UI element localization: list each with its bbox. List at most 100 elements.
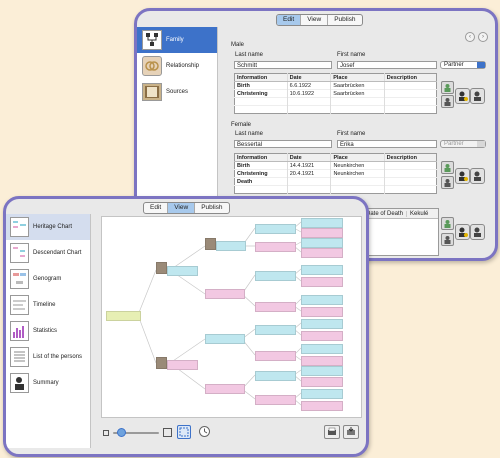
person-box-male[interactable] (301, 389, 343, 399)
sidebar-item-label: Timeline (33, 302, 56, 308)
person-box-female[interactable] (167, 360, 198, 370)
last-name-label: Last name (235, 131, 264, 137)
person-box-male[interactable] (301, 344, 343, 354)
column-header: Information (234, 153, 288, 162)
show-child-button[interactable] (470, 224, 485, 240)
zoom-slider-thumb[interactable] (117, 428, 126, 437)
person-box-male[interactable] (255, 371, 296, 381)
sidebar-item-statistics[interactable]: Statistics (6, 318, 90, 344)
link-child-button[interactable] (455, 224, 470, 240)
sidebar-item-relationship[interactable]: Relationship (137, 53, 217, 79)
sidebar-item-sources[interactable]: Sources (137, 79, 217, 105)
zoom-in-icon[interactable] (163, 428, 172, 437)
person-box-female[interactable] (301, 356, 343, 366)
female-first-name-field[interactable]: Erika (337, 140, 437, 148)
forward-nav-button[interactable]: › (478, 32, 488, 42)
person-box-female[interactable] (301, 307, 343, 317)
event-place (330, 177, 385, 186)
heritage-chart-canvas[interactable] (101, 216, 362, 418)
add-child-button[interactable] (441, 217, 454, 230)
person-box-male[interactable] (205, 334, 245, 344)
publish-tab[interactable]: Publish (328, 15, 361, 25)
summary-icon (10, 373, 29, 393)
table-row[interactable] (234, 97, 437, 106)
person-box-female[interactable] (255, 395, 296, 405)
female-last-name-field[interactable]: Bessertal (234, 140, 332, 148)
chart-toolbar (101, 425, 360, 443)
sidebar-item-label: Heritage Chart (33, 224, 73, 230)
person-box-female[interactable] (205, 289, 245, 299)
link-parents-button[interactable] (455, 168, 470, 184)
person-box-female[interactable] (301, 377, 343, 387)
root-person-box[interactable] (106, 311, 141, 321)
person-box-female[interactable] (205, 384, 245, 394)
table-row[interactable]: Birth 6.6.1922 Saarbrücken (234, 81, 437, 90)
male-last-name-field[interactable]: Schmitt (234, 61, 332, 69)
fit-to-window-button[interactable] (177, 425, 191, 439)
sidebar-item-list-of-persons[interactable]: List of the persons (6, 344, 90, 370)
sidebar-item-heritage-chart[interactable]: Heritage Chart (6, 214, 90, 240)
person-box-male[interactable] (216, 241, 246, 251)
male-first-name-field[interactable]: Josef (337, 61, 437, 69)
view-tab[interactable]: View (168, 203, 196, 213)
person-box-female[interactable] (301, 248, 343, 258)
person-box-male[interactable] (255, 325, 296, 335)
event-description (383, 161, 437, 170)
table-row[interactable] (234, 185, 437, 194)
family-icon (142, 30, 162, 50)
sidebar-item-label: Relationship (166, 63, 200, 69)
person-photo (156, 262, 167, 274)
event-description (383, 169, 437, 178)
table-row[interactable]: Christening 10.6.1922 Saarbrücken (234, 89, 437, 98)
person-box-male[interactable] (301, 218, 343, 228)
table-row[interactable] (234, 105, 437, 114)
view-tab[interactable]: View (301, 15, 329, 25)
remove-person-button[interactable] (441, 95, 454, 108)
export-button[interactable] (343, 425, 359, 439)
person-box-female[interactable] (301, 277, 343, 287)
person-box-male[interactable] (255, 271, 296, 281)
person-box-male[interactable] (255, 224, 296, 234)
edit-tab[interactable]: Edit (277, 15, 302, 25)
show-person-button[interactable] (470, 168, 485, 184)
publish-tab[interactable]: Publish (195, 203, 228, 213)
person-box-female[interactable] (255, 302, 296, 312)
remove-person-button[interactable] (441, 176, 454, 189)
sidebar-item-genogram[interactable]: Genogram (6, 266, 90, 292)
print-button[interactable] (324, 425, 340, 439)
add-person-button[interactable] (441, 161, 454, 174)
event-place: Saarbrücken (330, 89, 385, 98)
rotate-view-button[interactable] (199, 426, 210, 437)
person-box-male[interactable] (301, 238, 343, 248)
person-box-male[interactable] (167, 266, 198, 276)
person-box-female[interactable] (301, 228, 343, 238)
person-box-female[interactable] (255, 242, 296, 252)
female-partner-select[interactable]: Partner (440, 140, 486, 148)
back-nav-button[interactable]: ‹ (465, 32, 475, 42)
column-header: Place (330, 73, 385, 82)
sidebar-item-timeline[interactable]: Timeline (6, 292, 90, 318)
sidebar-item-family[interactable]: Family (137, 27, 217, 53)
show-person-button[interactable] (470, 88, 485, 104)
person-box-male[interactable] (301, 366, 343, 376)
remove-child-button[interactable] (441, 233, 454, 246)
sidebar-item-descendant-chart[interactable]: Descendant Chart (6, 240, 90, 266)
edit-tab[interactable]: Edit (144, 203, 169, 213)
sidebar-item-summary[interactable]: Summary (6, 370, 90, 396)
person-box-female[interactable] (255, 351, 296, 361)
person-box-male[interactable] (301, 295, 343, 305)
person-box-female[interactable] (301, 331, 343, 341)
add-person-button[interactable] (441, 81, 454, 94)
table-row[interactable]: Death (234, 177, 437, 186)
person-box-male[interactable] (301, 319, 343, 329)
link-parents-button[interactable] (455, 88, 470, 104)
event-date: 6.6.1922 (286, 81, 331, 90)
person-box-male[interactable] (301, 265, 343, 275)
table-row[interactable]: Christening 20.4.1921 Neunkirchen (234, 169, 437, 178)
table-row[interactable]: Birth 14.4.1921 Neunkirchen (234, 161, 437, 170)
person-box-female[interactable] (301, 401, 343, 411)
chart-sidebar: Heritage Chart Descendant Chart Genogram… (6, 214, 91, 448)
sidebar-item-label: Genogram (33, 276, 62, 282)
zoom-out-icon[interactable] (103, 430, 109, 436)
male-partner-select[interactable]: Partner (440, 61, 486, 69)
